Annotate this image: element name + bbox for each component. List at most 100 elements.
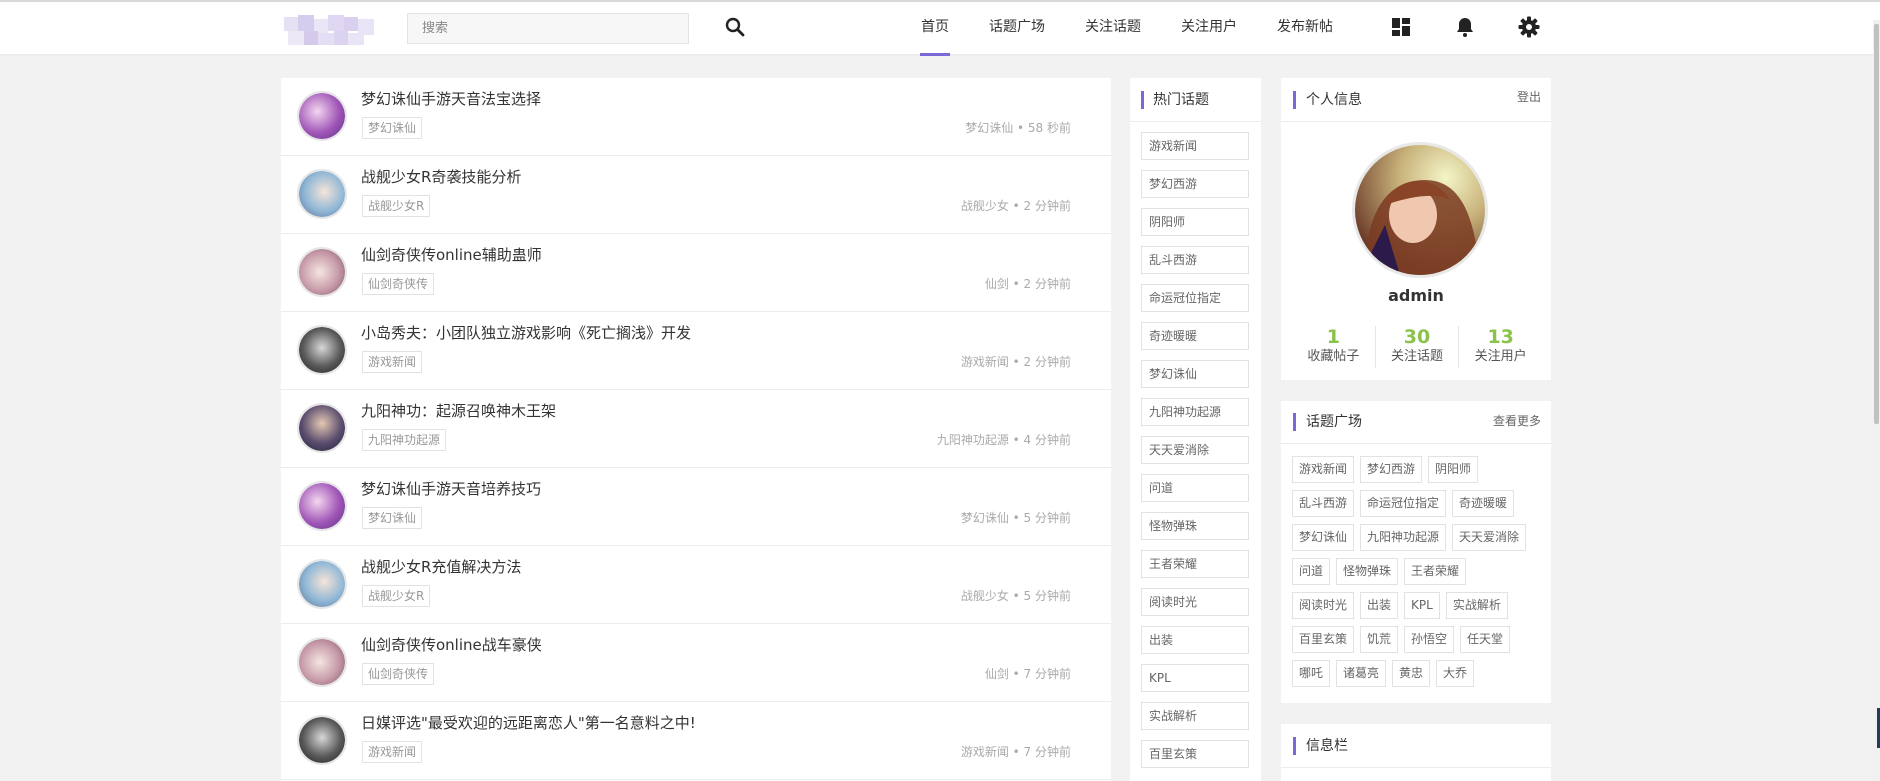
topic-tag[interactable]: 诸葛亮 (1336, 660, 1387, 687)
topic-tag[interactable]: 天天爱消除 (1452, 524, 1527, 551)
post-title[interactable]: 九阳神功：起源召唤神木王架 (361, 400, 556, 421)
topic-tag[interactable]: 阅读时光 (1292, 592, 1355, 619)
post-title[interactable]: 仙剑奇侠传online辅助蛊师 (361, 244, 542, 265)
post-title[interactable]: 战舰少女R充值解决方法 (361, 556, 521, 577)
hot-topic-item[interactable]: 梦幻诛仙 (1141, 360, 1249, 388)
post-item[interactable]: 九阳神功：起源召唤神木王架 九阳神功起源 九阳神功起源 • 4 分钟前 (281, 390, 1111, 468)
hot-topic-item[interactable]: 出装 (1141, 626, 1249, 654)
topic-tag[interactable]: 孙悟空 (1404, 626, 1455, 653)
post-meta: 游戏新闻 • 7 分钟前 (960, 745, 1071, 759)
post-item[interactable]: 战舰少女R奇袭技能分析 战舰少女R 战舰少女 • 2 分钟前 (281, 156, 1111, 234)
topic-tag[interactable]: KPL (1404, 592, 1440, 619)
post-meta: 仙剑 • 2 分钟前 (984, 277, 1071, 291)
nav-home[interactable]: 首页 (920, 2, 950, 56)
post-item[interactable]: 战舰少女R充值解决方法 战舰少女R 战舰少女 • 5 分钟前 (281, 546, 1111, 624)
post-item[interactable]: 仙剑奇侠传online战车豪侠 仙剑奇侠传 仙剑 • 7 分钟前 (281, 624, 1111, 702)
post-tag[interactable]: 九阳神功起源 (362, 429, 447, 451)
hot-topic-item[interactable]: KPL (1141, 664, 1249, 692)
stat-followed-topics[interactable]: 30 关注话题 (1376, 326, 1460, 368)
hot-topic-item[interactable]: 实战解析 (1141, 702, 1249, 730)
post-title[interactable]: 小岛秀夫：小团队独立游戏影响《死亡搁浅》开发 (361, 322, 691, 343)
page-scrollbar[interactable] (1873, 20, 1880, 781)
topic-tag[interactable]: 出装 (1360, 592, 1399, 619)
nav-followed-topics[interactable]: 关注话题 (1085, 2, 1141, 54)
topic-tag[interactable]: 九阳神功起源 (1360, 524, 1447, 551)
stat-followed-users[interactable]: 13 关注用户 (1459, 326, 1542, 368)
bell-icon[interactable] (1453, 15, 1477, 39)
post-avatar[interactable] (297, 637, 347, 687)
post-title[interactable]: 梦幻诛仙手游天音培养技巧 (361, 478, 541, 499)
post-item[interactable]: 梦幻诛仙手游天音法宝选择 梦幻诛仙 梦幻诛仙 • 58 秒前 (281, 78, 1111, 156)
nav-new-post[interactable]: 发布新帖 (1277, 2, 1333, 54)
hot-topic-item[interactable]: 梦幻西游 (1141, 170, 1249, 198)
post-avatar[interactable] (297, 481, 347, 531)
topic-tag[interactable]: 实战解析 (1445, 592, 1508, 619)
post-tag[interactable]: 仙剑奇侠传 (362, 663, 435, 685)
topic-tag[interactable]: 乱斗西游 (1292, 490, 1355, 517)
topic-tag[interactable]: 梦幻诛仙 (1292, 524, 1355, 551)
topic-tag[interactable]: 奇迹暖暖 (1452, 490, 1515, 517)
topic-tag[interactable]: 梦幻西游 (1360, 456, 1423, 483)
search-icon[interactable] (723, 15, 747, 39)
search-input[interactable] (407, 13, 689, 44)
post-title[interactable]: 日媒评选"最受欢迎的远距离恋人"第一名意料之中! (361, 712, 696, 733)
hot-topic-item[interactable]: 怪物弹珠 (1141, 512, 1249, 540)
topic-tag[interactable]: 哪吒 (1292, 660, 1331, 687)
dashboard-icon[interactable] (1389, 15, 1413, 39)
hot-topic-item[interactable]: 百里玄策 (1141, 740, 1249, 768)
topic-tag[interactable]: 命运冠位指定 (1360, 490, 1447, 517)
hot-topic-item[interactable]: 乱斗西游 (1141, 246, 1249, 274)
topic-tag[interactable]: 饥荒 (1360, 626, 1399, 653)
topic-tag[interactable]: 大乔 (1436, 660, 1475, 687)
topic-tag[interactable]: 怪物弹珠 (1336, 558, 1399, 585)
post-list: 梦幻诛仙手游天音法宝选择 梦幻诛仙 梦幻诛仙 • 58 秒前 战舰少女R奇袭技能… (281, 78, 1111, 781)
post-title[interactable]: 仙剑奇侠传online战车豪侠 (361, 634, 542, 655)
post-tag[interactable]: 仙剑奇侠传 (362, 273, 435, 295)
hot-topic-item[interactable]: 奇迹暖暖 (1141, 322, 1249, 350)
topic-tag[interactable]: 百里玄策 (1292, 626, 1355, 653)
post-tag[interactable]: 梦幻诛仙 (362, 117, 423, 139)
hot-topic-item[interactable]: 游戏新闻 (1141, 132, 1249, 160)
post-avatar[interactable] (297, 403, 347, 453)
hot-topic-item[interactable]: 阅读时光 (1141, 588, 1249, 616)
topic-tag[interactable]: 黄忠 (1392, 660, 1431, 687)
nav-topic-square[interactable]: 话题广场 (989, 2, 1045, 54)
topic-tag[interactable]: 任天堂 (1460, 626, 1511, 653)
post-item[interactable]: 日媒评选"最受欢迎的远距离恋人"第一名意料之中! 游戏新闻 游戏新闻 • 7 分… (281, 702, 1111, 780)
gear-icon[interactable] (1517, 15, 1541, 39)
post-title[interactable]: 战舰少女R奇袭技能分析 (361, 166, 521, 187)
scrollbar-thumb[interactable] (1874, 24, 1879, 424)
logout-link[interactable]: 登出 (1517, 88, 1541, 105)
topic-tag[interactable]: 问道 (1292, 558, 1331, 585)
topic-tag[interactable]: 阴阳师 (1428, 456, 1479, 483)
hot-topic-item[interactable]: 王者荣耀 (1141, 550, 1249, 578)
stat-favorite-posts[interactable]: 1 收藏帖子 (1292, 326, 1376, 368)
post-item[interactable]: 仙剑奇侠传online辅助蛊师 仙剑奇侠传 仙剑 • 2 分钟前 (281, 234, 1111, 312)
post-tag[interactable]: 游戏新闻 (362, 351, 423, 373)
topic-square-panel: 话题广场 查看更多 游戏新闻 梦幻西游 阴阳师 乱斗西游 命运冠位指定 奇迹暖暖… (1281, 401, 1551, 703)
hot-topic-item[interactable]: 问道 (1141, 474, 1249, 502)
post-avatar[interactable] (297, 169, 347, 219)
view-more-link[interactable]: 查看更多 (1493, 412, 1541, 429)
hot-topic-item[interactable]: 九阳神功起源 (1141, 398, 1249, 426)
post-avatar[interactable] (297, 247, 347, 297)
topic-tag[interactable]: 王者荣耀 (1404, 558, 1467, 585)
topic-tag[interactable]: 游戏新闻 (1292, 456, 1355, 483)
nav-followed-users[interactable]: 关注用户 (1181, 2, 1237, 54)
post-tag[interactable]: 梦幻诛仙 (362, 507, 423, 529)
post-avatar[interactable] (297, 715, 347, 765)
post-tag[interactable]: 游戏新闻 (362, 741, 423, 763)
hot-topic-item[interactable]: 阴阳师 (1141, 208, 1249, 236)
hot-topic-item[interactable]: 天天爱消除 (1141, 436, 1249, 464)
post-item[interactable]: 小岛秀夫：小团队独立游戏影响《死亡搁浅》开发 游戏新闻 游戏新闻 • 2 分钟前 (281, 312, 1111, 390)
site-logo[interactable] (284, 15, 376, 45)
post-item[interactable]: 梦幻诛仙手游天音培养技巧 梦幻诛仙 梦幻诛仙 • 5 分钟前 (281, 468, 1111, 546)
post-tag[interactable]: 战舰少女R (362, 585, 431, 607)
post-avatar[interactable] (297, 91, 347, 141)
user-avatar[interactable] (1352, 142, 1488, 278)
post-title[interactable]: 梦幻诛仙手游天音法宝选择 (361, 88, 541, 109)
hot-topic-item[interactable]: 命运冠位指定 (1141, 284, 1249, 312)
post-avatar[interactable] (297, 325, 347, 375)
post-avatar[interactable] (297, 559, 347, 609)
post-tag[interactable]: 战舰少女R (362, 195, 431, 217)
